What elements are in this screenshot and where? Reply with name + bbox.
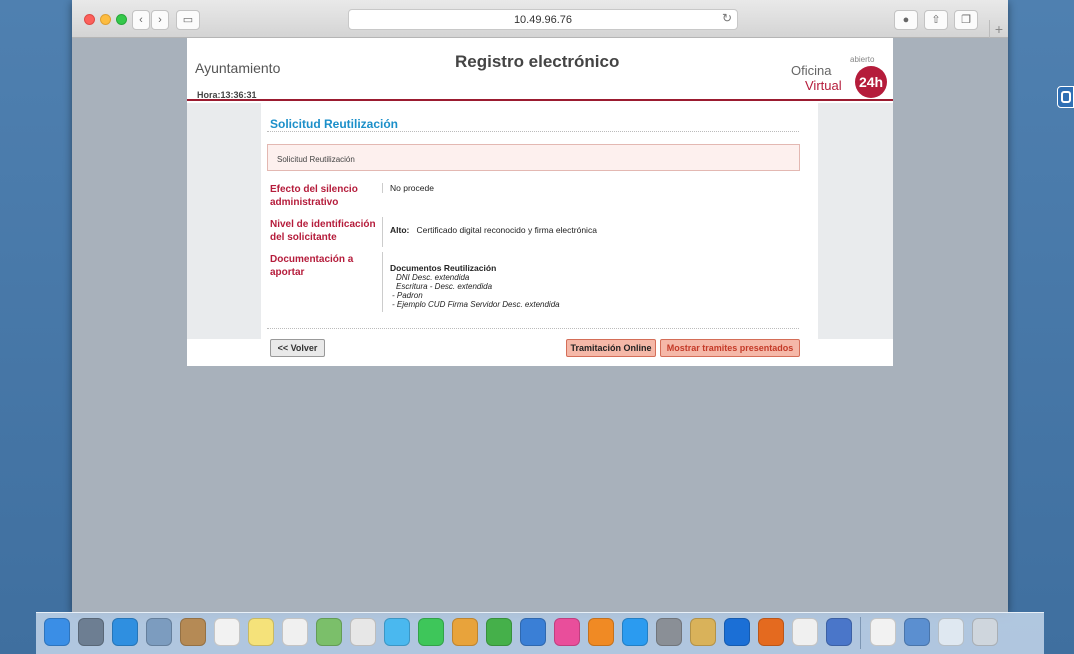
contacts-icon[interactable]	[180, 618, 206, 646]
silencio-value: No procede	[390, 183, 434, 193]
doc-item: Escritura - Desc. extendida	[396, 282, 493, 291]
show-submitted-button[interactable]: Mostrar tramites presentados	[660, 339, 800, 357]
minimize-window-icon[interactable]	[100, 14, 111, 25]
doc-label: Documentación a aportar	[270, 254, 354, 278]
pdf-document-icon[interactable]	[870, 618, 896, 646]
keychain-icon[interactable]	[690, 618, 716, 646]
virtual-label: Virtual	[805, 78, 842, 93]
appstore-icon[interactable]	[622, 618, 648, 646]
divider	[267, 328, 799, 329]
share-icon[interactable]: ⇧	[924, 10, 948, 30]
calendar-icon[interactable]	[214, 618, 240, 646]
facetime-icon[interactable]	[418, 618, 444, 646]
preview-icon[interactable]	[146, 618, 172, 646]
address-bar[interactable]: 10.49.96.76	[348, 9, 738, 30]
divider	[267, 131, 799, 132]
doc-item: - Ejemplo CUD Firma Servidor Desc. exten…	[392, 300, 560, 309]
downloads-icon[interactable]	[904, 618, 930, 646]
doc-item: - Padron	[392, 291, 423, 300]
teamviewer-side-icon[interactable]	[1057, 86, 1074, 108]
procedure-box: Solicitud Reutilización	[267, 144, 800, 171]
forward-arrow-icon[interactable]: ›	[151, 10, 169, 30]
dock	[36, 612, 1044, 654]
photos-icon[interactable]	[350, 618, 376, 646]
left-gutter	[187, 103, 261, 339]
nivel-description: Certificado digital reconocido y firma e…	[416, 225, 597, 235]
stack-folder-icon[interactable]	[938, 618, 964, 646]
doc-item: DNI Desc. extendida	[396, 273, 470, 282]
sidebar-toggle-icon[interactable]: ▭	[176, 10, 200, 30]
notes-icon[interactable]	[248, 618, 274, 646]
back-button[interactable]: << Volver	[270, 339, 325, 357]
messages-icon[interactable]	[384, 618, 410, 646]
autofirma-icon[interactable]	[826, 618, 852, 646]
browser-window: ‹ › ▭ 10.49.96.76 ↻ ● ⇧ ❐ + Ayuntamiento…	[72, 0, 1008, 612]
silencio-label: Efecto del silencio administrativo	[270, 184, 358, 208]
reminders-icon[interactable]	[282, 618, 308, 646]
doc-list-title: Documentos Reutilización	[390, 263, 497, 273]
divider	[382, 252, 383, 312]
java-icon[interactable]	[792, 618, 818, 646]
24h-logo: 24h	[855, 66, 887, 98]
zoom-window-icon[interactable]	[116, 14, 127, 25]
tabs-overview-icon[interactable]: ❐	[954, 10, 978, 30]
abierto-label: abierto	[850, 55, 875, 64]
site-header: Ayuntamiento Hora:13:36:31 Registro elec…	[187, 38, 893, 101]
ayuntamiento-label: Ayuntamiento	[195, 60, 281, 76]
keynote-icon[interactable]	[520, 618, 546, 646]
back-arrow-icon[interactable]: ‹	[132, 10, 150, 30]
teamviewer-icon[interactable]	[724, 618, 750, 646]
trash-icon[interactable]	[972, 618, 998, 646]
doc-list: Documentos Reutilización DNI Desc. exten…	[390, 263, 560, 309]
numbers-icon[interactable]	[486, 618, 512, 646]
finder-icon[interactable]	[44, 618, 70, 646]
dock-divider	[860, 617, 861, 649]
system-preferences-icon[interactable]	[656, 618, 682, 646]
pages-icon[interactable]	[452, 618, 478, 646]
reload-icon[interactable]: ↻	[722, 11, 732, 25]
firefox-icon[interactable]	[758, 618, 784, 646]
divider	[382, 183, 383, 193]
section-title: Solicitud Reutilización	[270, 117, 399, 131]
nivel-level: Alto:	[390, 225, 410, 235]
download-icon[interactable]: ●	[894, 10, 918, 30]
right-gutter	[818, 103, 893, 339]
browser-toolbar: ‹ › ▭ 10.49.96.76 ↻ ● ⇧ ❐ +	[72, 0, 1008, 38]
ibooks-icon[interactable]	[588, 618, 614, 646]
safari-icon[interactable]	[112, 618, 138, 646]
web-page: Ayuntamiento Hora:13:36:31 Registro elec…	[187, 38, 893, 366]
maps-icon[interactable]	[316, 618, 342, 646]
nivel-label: Nivel de identificación del solicitante	[270, 219, 376, 243]
launchpad-icon[interactable]	[78, 618, 104, 646]
page-title: Registro electrónico	[455, 52, 620, 71]
online-processing-button[interactable]: Tramitación Online	[566, 339, 656, 357]
oficina-label: Oficina	[791, 63, 832, 78]
new-tab-icon[interactable]: +	[989, 20, 1008, 38]
clock-label: Hora:13:36:31	[197, 90, 257, 100]
divider	[382, 217, 383, 247]
nivel-value: Alto: Certificado digital reconocido y f…	[390, 225, 597, 235]
itunes-icon[interactable]	[554, 618, 580, 646]
close-window-icon[interactable]	[84, 14, 95, 25]
